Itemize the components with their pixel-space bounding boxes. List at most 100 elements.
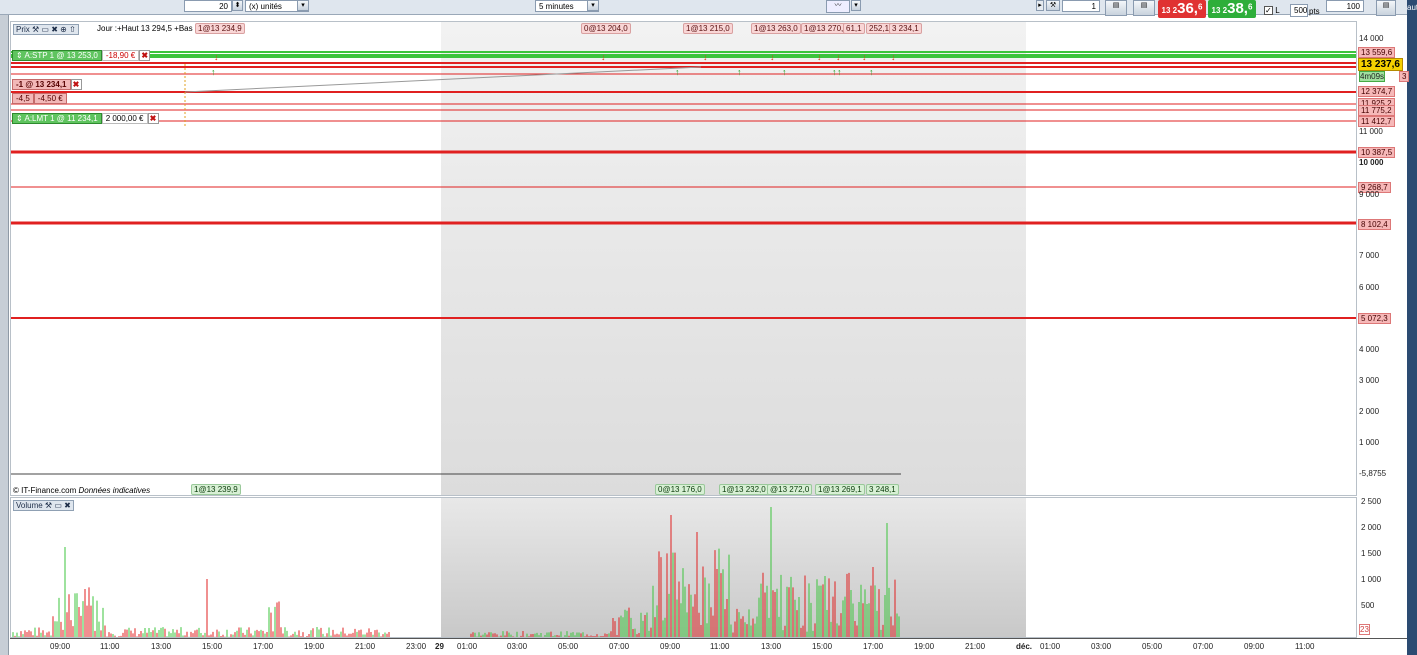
price-axis[interactable]: 14 000 13 559,6 13 237,6 4m09s 3 12 374,7 11 9… (1357, 21, 1410, 496)
trade-chip[interactable]: 3 234,1 (889, 23, 922, 34)
time-axis-label: 15:00 (202, 642, 223, 651)
right-side-panel: aut (1407, 0, 1417, 655)
time-axis-label: 17:00 (253, 642, 274, 651)
price-panel-title: Prix ⚒ ▭ ✖ ⊕ ⇧ (13, 24, 79, 35)
trade-chip[interactable]: 1@13 234,9 (195, 23, 245, 34)
sell-marker-icon[interactable]: ↓ (770, 52, 775, 62)
price-axis-label: 1 000 (1359, 438, 1380, 447)
buy-marker-icon[interactable]: ↑ (832, 67, 837, 77)
value-input[interactable]: 100 (1326, 0, 1364, 12)
volume-axis-label: 2 000 (1361, 523, 1382, 532)
quantity-input[interactable]: 1 (1062, 0, 1100, 12)
time-axis-label: 07:00 (1193, 642, 1214, 651)
trade-chip[interactable]: 1@13 263,0 (751, 23, 801, 34)
trade-chip[interactable]: 1@13 269,1 (815, 484, 865, 495)
volume-chart-canvas (12, 498, 1026, 637)
close-icon[interactable]: ✖ (139, 50, 151, 61)
buy-marker-icon[interactable]: ↑ (782, 67, 787, 77)
volume-axis-label: 500 (1361, 601, 1375, 610)
buy-marker-icon[interactable]: ↑ (837, 67, 842, 77)
close-icon[interactable]: ✖ (51, 25, 58, 34)
window-icon[interactable]: ▭ (54, 501, 62, 510)
price-axis-label: 3 (1399, 71, 1410, 82)
sell-marker-icon[interactable]: ↓ (817, 52, 822, 62)
time-axis[interactable]: 09:00 11:00 13:00 15:00 17:00 19:00 21:00 23:00… (10, 638, 1407, 655)
trade-chip[interactable]: 1@13 232,0 (719, 484, 769, 495)
chevron-down-icon[interactable]: ▾ (587, 0, 599, 11)
buy-order-icon[interactable]: ▤ (1105, 0, 1127, 16)
close-icon[interactable]: ✖ (64, 501, 71, 510)
time-axis-label: 09:00 (50, 642, 71, 651)
time-axis-label: déc. (1016, 642, 1033, 651)
wrench-icon[interactable]: ⚒ (1046, 0, 1060, 11)
left-scroll-edge[interactable] (0, 15, 9, 655)
trade-chip[interactable]: @13 272,0 (767, 484, 813, 495)
time-axis-label: 23:00 (406, 642, 427, 651)
bid-button[interactable]: 13 236,6 (1158, 0, 1206, 18)
close-icon[interactable]: ✖ (70, 79, 82, 90)
time-axis-label: 21:00 (965, 642, 986, 651)
trade-chip[interactable]: 0@13 176,0 (655, 484, 705, 495)
price-chart-canvas: ↓ ↓ ↓ ↓ ↓ ↓ ↓ ↓↑ ↑ ↑ ↑ ↑ ↑ ↑ (11, 22, 1356, 495)
trade-chip[interactable]: 1@13 239,9 (191, 484, 241, 495)
time-axis-label: 01:00 (457, 642, 478, 651)
bid-prefix: 13 2 (1161, 6, 1178, 15)
price-axis-label: 10 000 (1359, 158, 1384, 167)
position-order[interactable]: -1 @ 13 234,1 ✖ (12, 79, 82, 92)
time-axis-label: 11:00 (710, 642, 730, 651)
units-input[interactable]: 20 (184, 0, 232, 12)
limit-order[interactable]: ⇕ A:LMT 1 @ 11 234,1 2 000,00 € ✖ (12, 113, 159, 126)
trade-chip[interactable]: 1@13 215,0 (683, 23, 733, 34)
l-checkbox[interactable]: ✓ L (1264, 6, 1280, 15)
price-chart-panel[interactable]: ↓ ↓ ↓ ↓ ↓ ↓ ↓ ↓ ↑ ↑ ↑ ↑ ↑ ↑ ↑ Prix ⚒ ▭ ✖ ⊕ ⇧ Jour :+Ha… (10, 21, 1357, 496)
time-axis-label: 19:00 (914, 642, 935, 651)
wrench-icon[interactable]: ⚒ (45, 501, 52, 510)
buy-marker-icon[interactable]: ↑ (737, 67, 742, 77)
time-axis-label: 11:00 (1295, 642, 1315, 651)
time-axis-label: 13:00 (761, 642, 782, 651)
copyright: © IT-Finance.com Données indicatives (13, 486, 150, 495)
expand-icon[interactable]: ▸ (1036, 0, 1044, 11)
sell-marker-icon[interactable]: ↓ (601, 52, 606, 62)
price-axis-label: -5,8755 (1359, 469, 1387, 478)
time-axis-label: 03:00 (507, 642, 528, 651)
volume-chart-panel[interactable]: Volume ⚒ ▭ ✖ (10, 497, 1357, 638)
ask-button[interactable]: 13 238,6 (1208, 0, 1256, 18)
order-ticket-icon[interactable]: ▤ (1376, 0, 1396, 16)
sell-order-icon[interactable]: ▤ (1133, 0, 1155, 16)
sell-marker-icon[interactable]: ↓ (703, 52, 708, 62)
wrench-icon[interactable]: ⚒ (32, 25, 39, 34)
time-axis-label: 29 (435, 642, 444, 651)
add-icon[interactable]: ⊕ (60, 25, 67, 34)
units-spinner[interactable]: ⬍ (232, 0, 243, 11)
points-input[interactable]: 500 (1290, 4, 1308, 17)
l-label: L (1275, 6, 1280, 15)
sell-marker-icon[interactable]: ↓ (891, 52, 896, 62)
close-icon[interactable]: ✖ (147, 113, 159, 124)
buy-marker-icon[interactable]: ↑ (211, 67, 216, 77)
volume-axis[interactable]: 2 500 2 000 1 500 1 000 500 23 (1357, 497, 1407, 638)
sell-marker-icon[interactable]: ↓ (836, 52, 841, 62)
buy-marker-icon[interactable]: ↑ (675, 67, 680, 77)
window-icon[interactable]: ▭ (41, 25, 49, 34)
time-axis-label: 15:00 (812, 642, 833, 651)
chevron-down-icon[interactable]: ▾ (851, 0, 861, 11)
chevron-down-icon[interactable]: ▾ (297, 0, 309, 11)
stop-order[interactable]: ⇕ A:STP 1 @ 13 253,0 -18,90 € ✖ (12, 50, 151, 63)
chart-type-icon[interactable]: 〰 (826, 0, 850, 13)
time-axis-label: 05:00 (1142, 642, 1163, 651)
stop-order-label[interactable]: ⇕ A:STP 1 @ 13 253,0 (12, 50, 102, 61)
up-arrow-icon[interactable]: ⇧ (69, 25, 76, 34)
limit-order-label[interactable]: ⇕ A:LMT 1 @ 11 234,1 (12, 113, 102, 124)
sell-marker-icon[interactable]: ↓ (862, 52, 867, 62)
volume-axis-label: 1 500 (1361, 549, 1382, 558)
trade-chip[interactable]: 3 248,1 (866, 484, 899, 495)
stop-order-text: A:STP 1 @ 13 253,0 (24, 51, 98, 60)
copyright-text: © IT-Finance.com (13, 486, 77, 495)
time-axis-label: 19:00 (304, 642, 325, 651)
sell-marker-icon[interactable]: ↓ (214, 52, 219, 62)
trade-chip[interactable]: 61,1 (843, 23, 865, 34)
buy-marker-icon[interactable]: ↑ (869, 67, 874, 77)
units-label: (x) unités (249, 2, 282, 11)
trade-chip[interactable]: 0@13 204,0 (581, 23, 631, 34)
